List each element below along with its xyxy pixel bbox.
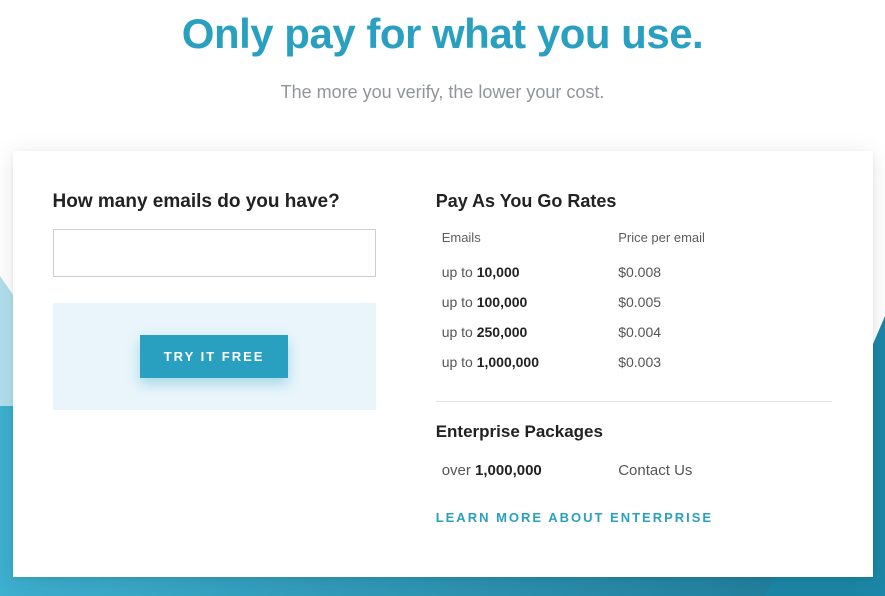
rates-tier-qty: 10,000 bbox=[477, 264, 520, 280]
rates-tier-qty: 1,000,000 bbox=[477, 354, 539, 370]
rates-tier-label: up to 250,000 bbox=[436, 324, 619, 340]
card-right-column: Pay As You Go Rates Emails Price per ema… bbox=[396, 191, 833, 527]
enterprise-tier-label: over 1,000,000 bbox=[436, 462, 619, 479]
rates-header-row: Emails Price per email bbox=[436, 224, 833, 251]
enterprise-title: Enterprise Packages bbox=[436, 422, 833, 442]
enterprise-contact: Contact Us bbox=[618, 462, 832, 479]
page-headline: Only pay for what you use. bbox=[0, 10, 885, 58]
section-divider bbox=[436, 401, 833, 402]
rates-tier-label: up to 10,000 bbox=[436, 264, 619, 280]
cta-box: TRY IT FREE bbox=[53, 303, 376, 410]
rates-tier-price: $0.005 bbox=[618, 294, 832, 310]
page-header: Only pay for what you use. The more you … bbox=[0, 0, 885, 103]
try-free-button[interactable]: TRY IT FREE bbox=[140, 335, 289, 378]
rates-tier-prefix: up to bbox=[442, 294, 477, 310]
rates-table: Emails Price per email up to 10,000 $0.0… bbox=[436, 224, 833, 377]
card-left-column: How many emails do you have? TRY IT FREE bbox=[53, 191, 396, 527]
rates-tier-qty: 100,000 bbox=[477, 294, 528, 310]
rates-tier-price: $0.004 bbox=[618, 324, 832, 340]
rates-tier-prefix: up to bbox=[442, 324, 477, 340]
email-count-title: How many emails do you have? bbox=[53, 191, 376, 213]
enterprise-tier-prefix: over bbox=[442, 462, 475, 479]
learn-more-enterprise-link[interactable]: LEARN MORE ABOUT ENTERPRISE bbox=[436, 510, 713, 525]
rates-tier-price: $0.003 bbox=[618, 354, 832, 370]
rates-row: up to 10,000 $0.008 bbox=[436, 257, 833, 287]
email-count-input[interactable] bbox=[53, 229, 376, 277]
payg-title: Pay As You Go Rates bbox=[436, 191, 833, 212]
rates-tier-price: $0.008 bbox=[618, 264, 832, 280]
rates-tier-qty: 250,000 bbox=[477, 324, 528, 340]
enterprise-row: over 1,000,000 Contact Us bbox=[436, 456, 833, 485]
pricing-card: How many emails do you have? TRY IT FREE… bbox=[13, 151, 873, 577]
rates-tier-prefix: up to bbox=[442, 264, 477, 280]
rates-row: up to 100,000 $0.005 bbox=[436, 287, 833, 317]
rates-header-emails: Emails bbox=[436, 230, 619, 245]
rates-row: up to 250,000 $0.004 bbox=[436, 317, 833, 347]
rates-tier-prefix: up to bbox=[442, 354, 477, 370]
rates-tier-label: up to 100,000 bbox=[436, 294, 619, 310]
rates-row: up to 1,000,000 $0.003 bbox=[436, 347, 833, 377]
enterprise-tier-qty: 1,000,000 bbox=[475, 462, 542, 479]
rates-tier-label: up to 1,000,000 bbox=[436, 354, 619, 370]
page-subheadline: The more you verify, the lower your cost… bbox=[0, 82, 885, 103]
rates-header-price: Price per email bbox=[618, 230, 832, 245]
